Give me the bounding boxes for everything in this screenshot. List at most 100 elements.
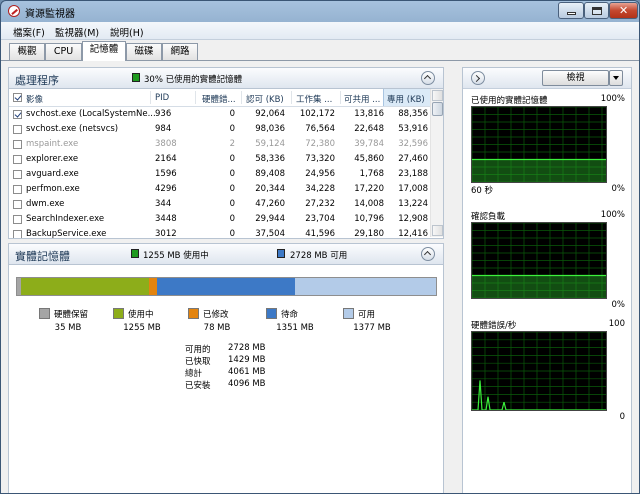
column-shareable[interactable]: 可共用 ... [344,93,380,105]
process-pid: 2164 [155,154,177,164]
tab-cpu[interactable]: CPU [45,43,82,60]
table-row[interactable]: perfmon.exe 4296 0 20,344 34,228 17,220 17,008 [9,182,430,197]
column-separator [340,91,341,104]
process-hard-faults: 0 [229,229,235,239]
table-row[interactable]: dwm.exe 344 0 47,260 27,232 14,008 13,224 [9,197,430,212]
process-hard-faults: 0 [229,124,235,134]
column-commit[interactable]: 認可 (KB) [246,93,284,105]
available-summary: 2728 MB 可用 [290,251,348,261]
row-checkbox[interactable] [13,155,22,164]
tab-memory[interactable]: 記憶體 [82,41,126,61]
scroll-down-arrow[interactable] [432,225,443,236]
table-row[interactable]: explorer.exe 2164 0 58,336 73,320 45,860 27,46… [9,152,430,167]
graph-min-label: 0 [619,412,625,422]
expand-graphs-icon[interactable] [471,71,485,85]
process-hard-faults: 0 [229,169,235,179]
row-checkbox[interactable] [13,125,22,134]
process-commit: 47,260 [255,199,285,209]
process-name: avguard.exe [26,169,79,179]
process-working-set: 102,172 [299,109,335,119]
summary-label: 可用的 [185,345,211,355]
maximize-button[interactable] [584,2,609,19]
processes-header[interactable]: 處理程序 30% 已使用的實體記憶體 [8,67,444,89]
process-private: 23,188 [398,169,428,179]
table-row[interactable]: avguard.exe 1596 0 89,408 24,956 1,768 23,188 [9,167,430,182]
row-checkbox[interactable] [13,215,22,224]
window-title: 資源監視器 [25,9,75,20]
graph-max-label: 100% [600,210,625,220]
column-working-set[interactable]: 工作集 ... [296,93,332,105]
graph-plot [471,331,607,411]
menu-file[interactable]: 檔案(F) [13,25,45,39]
process-pid: 3012 [155,229,177,239]
table-row[interactable]: SearchIndexer.exe 3448 0 29,944 23,704 10,796… [9,212,430,227]
right-panel: 檢視 已使用的實體記憶體 100% 60 秒 0% 確認負載 100% 0% 硬體錯誤/秒 10… [462,67,632,493]
available-swatch [277,249,285,258]
processes-scrollbar[interactable] [430,89,443,237]
table-row[interactable]: svchost.exe (LocalSystemNe... 936 0 92,064 1… [9,107,430,122]
process-commit: 59,124 [255,139,285,149]
tab-disk[interactable]: 磁碟 [126,43,162,60]
minimize-button[interactable] [558,2,584,19]
close-button[interactable]: ✕ [609,2,638,19]
process-working-set: 41,596 [305,229,335,239]
column-hard-faults[interactable]: 硬體錯... [202,93,236,105]
menu-monitor[interactable]: 監視器(M) [55,25,99,39]
process-hard-faults: 0 [229,199,235,209]
table-row[interactable]: svchost.exe (netsvcs) 984 0 98,036 76,564 22,… [9,122,430,137]
column-separator [291,91,292,104]
close-icon: ✕ [619,4,629,17]
row-checkbox[interactable] [13,185,22,194]
tab-bar: 概觀 CPU 記憶體 磁碟 網路 [1,40,639,61]
column-private[interactable]: 專用 (KB) [387,93,425,105]
graph-svg [471,331,606,411]
tab-network[interactable]: 網路 [162,43,198,60]
graph-max-label: 100 [608,319,625,329]
row-checkbox[interactable] [13,230,22,238]
memory-segment [295,278,436,295]
process-private: 27,460 [398,154,428,164]
process-working-set: 73,320 [305,154,335,164]
process-shareable: 22,648 [354,124,384,134]
column-image[interactable]: 影像 [26,93,43,105]
select-all-checkbox[interactable] [13,93,22,102]
row-checkbox[interactable] [13,140,22,149]
column-pid[interactable]: PID [155,93,169,103]
view-dropdown-arrow[interactable] [609,70,623,86]
table-row[interactable]: BackupService.exe 3012 0 37,504 41,596 29,180… [9,227,430,239]
row-checkbox[interactable] [13,110,22,119]
view-button[interactable]: 檢視 [542,70,609,86]
graph-title: 硬體錯誤/秒 [471,321,517,331]
graph-min-label: 0% [611,300,626,310]
collapse-memory-icon[interactable] [421,247,435,261]
physical-memory-header[interactable]: 實體記憶體 1255 MB 使用中 2728 MB 可用 [8,243,444,265]
row-checkbox[interactable] [13,200,22,209]
scroll-up-arrow[interactable] [432,90,443,101]
process-shareable: 14,008 [354,199,384,209]
collapse-processes-icon[interactable] [421,71,435,85]
process-commit: 92,064 [255,109,285,119]
processes-title: 處理程序 [15,74,59,87]
process-working-set: 76,564 [305,124,335,134]
minimize-icon [567,12,576,15]
process-name: mspaint.exe [26,139,79,149]
process-name: SearchIndexer.exe [26,214,105,224]
row-checkbox[interactable] [13,170,22,179]
process-working-set: 23,704 [305,214,335,224]
summary-label: 已安裝 [185,381,211,391]
tab-overview[interactable]: 概觀 [9,43,45,60]
graphs-header: 檢視 [463,68,631,89]
memory-usage-bar [16,277,437,296]
scroll-thumb[interactable] [432,102,443,116]
title-bar[interactable]: 資源監視器 ✕ [1,1,639,21]
processes-summary: 30% 已使用的實體記憶體 [144,75,243,85]
legend-swatch [266,308,277,319]
column-separator [150,91,151,104]
table-row[interactable]: mspaint.exe 3808 2 59,124 72,380 39,784 32,596 [9,137,430,152]
process-hard-faults: 0 [229,109,235,119]
graph-plot [471,106,607,183]
process-private: 53,916 [398,124,428,134]
menu-help[interactable]: 說明(H) [110,25,144,39]
graph-title: 確認負載 [471,212,506,222]
legend-label: 已修改 [203,310,229,320]
